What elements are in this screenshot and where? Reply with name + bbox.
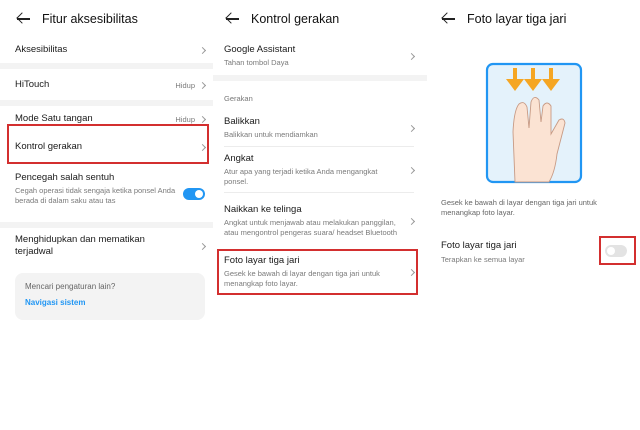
item-pencegah-salah-sentuh[interactable]: Pencegah salah sentuh Cegah operasi tida… — [15, 172, 205, 216]
item-angkat[interactable]: Angkat Atur apa yang terjadi ketika Anda… — [224, 152, 416, 188]
item-google-assistant[interactable]: Google Assistant Tahan tombol Daya — [224, 43, 416, 69]
suggestion-card: Mencari pengaturan lain? Navigasi sistem — [15, 273, 205, 320]
header: Foto layar tiga jari — [427, 0, 640, 38]
item-subtitle: Atur apa yang terjadi ketika Anda mengan… — [224, 167, 378, 186]
divider — [224, 192, 414, 193]
chevron-right-icon — [198, 242, 207, 250]
item-jadwal-power[interactable]: Menghidupkan dan mematikan terjadwal — [15, 234, 207, 258]
item-label: Aksesibilitas — [15, 44, 68, 55]
three-finger-gesture-illustration — [485, 62, 583, 184]
item-label: Pencegah salah sentuh — [15, 172, 115, 183]
item-label: Naikkan ke telinga — [224, 204, 302, 215]
item-value: Hidup — [175, 80, 195, 90]
item-naikkan-ke-telinga[interactable]: Naikkan ke telinga Angkat untuk menjawab… — [224, 198, 416, 244]
page-title: Kontrol gerakan — [251, 12, 340, 26]
divider — [0, 100, 213, 106]
item-balikkan[interactable]: Balikkan Balikkan untuk mendiamkan — [224, 115, 416, 141]
chevron-right-icon — [407, 124, 416, 132]
chevron-right-icon — [198, 46, 207, 54]
item-subtitle: Cegah operasi tidak sengaja ketika ponse… — [15, 186, 176, 205]
panel-gesture-control: Kontrol gerakan Google Assistant Tahan t… — [213, 0, 427, 430]
chevron-right-icon — [407, 52, 416, 60]
page-title: Fitur aksesibilitas — [42, 12, 138, 26]
header: Fitur aksesibilitas — [0, 0, 213, 38]
highlight-box — [217, 249, 418, 295]
item-label: HiTouch — [15, 79, 50, 90]
item-label: Angkat — [224, 153, 254, 164]
item-aksesibilitas[interactable]: Aksesibilitas — [15, 41, 207, 59]
toggle-switch-on[interactable] — [183, 188, 205, 200]
description: Gesek ke bawah di layar dengan tiga jari… — [441, 198, 597, 217]
divider — [0, 222, 213, 228]
item-label: Balikkan — [224, 116, 260, 127]
item-label: Google Assistant — [224, 44, 296, 55]
divider — [0, 63, 213, 69]
back-arrow-icon[interactable] — [16, 12, 30, 26]
arrow-down-icon — [506, 68, 560, 91]
item-label: Menghidupkan dan mematikan terjadwal — [15, 234, 145, 257]
chevron-right-icon — [407, 217, 416, 225]
item-hitouch[interactable]: HiTouch Hidup — [15, 76, 207, 94]
highlight-box — [599, 236, 636, 265]
item-subtitle: Tahan tombol Daya — [224, 58, 289, 67]
divider — [213, 75, 427, 81]
panel-accessibility-features: Fitur aksesibilitas Aksesibilitas HiTouc… — [0, 0, 213, 430]
chevron-right-icon — [407, 166, 416, 174]
item-value: Hidup — [175, 114, 195, 124]
page-title: Foto layar tiga jari — [467, 12, 567, 26]
back-arrow-icon[interactable] — [225, 12, 239, 26]
setting-subtitle: Terapkan ke semua layar — [441, 254, 525, 264]
chevron-right-icon — [198, 115, 207, 123]
section-header: Gerakan — [224, 94, 253, 103]
item-subtitle: Angkat untuk menjawab atau melakukan pan… — [224, 218, 398, 237]
highlight-box — [7, 124, 209, 164]
setting-label: Foto layar tiga jari — [441, 239, 517, 251]
chevron-right-icon — [198, 81, 207, 89]
divider — [224, 146, 414, 147]
header: Kontrol gerakan — [213, 0, 427, 38]
back-arrow-icon[interactable] — [441, 12, 455, 26]
item-subtitle: Balikkan untuk mendiamkan — [224, 130, 318, 139]
panel-three-finger-screenshot: Foto layar tiga jari Gesek ke bawah di l… — [427, 0, 640, 430]
card-question: Mencari pengaturan lain? — [25, 282, 116, 291]
navigation-link[interactable]: Navigasi sistem — [25, 298, 195, 307]
